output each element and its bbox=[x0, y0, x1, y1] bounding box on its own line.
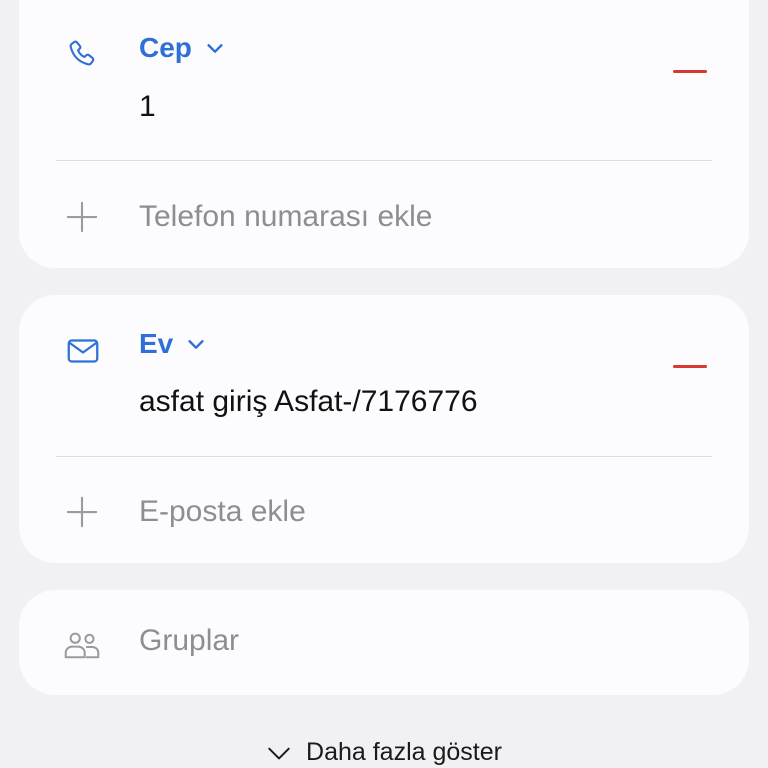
show-more-label: Daha fazla göster bbox=[306, 738, 502, 766]
chevron-down-icon bbox=[188, 340, 204, 349]
people-icon bbox=[64, 632, 100, 659]
remove-email-button[interactable] bbox=[673, 365, 707, 368]
add-email-button[interactable]: E-posta ekle bbox=[19, 467, 749, 557]
chevron-down-icon bbox=[268, 747, 290, 759]
add-email-label: E-posta ekle bbox=[139, 495, 306, 528]
divider bbox=[56, 160, 712, 161]
mail-icon bbox=[67, 339, 99, 363]
phone-section: Cep 1 Telefon numarası ekle bbox=[19, 0, 749, 268]
plus-icon bbox=[66, 496, 98, 528]
phone-type-selector[interactable]: Cep bbox=[139, 32, 226, 64]
add-phone-label: Telefon numarası ekle bbox=[139, 200, 433, 233]
chevron-down-icon bbox=[207, 44, 223, 53]
phone-icon bbox=[69, 40, 95, 66]
email-field[interactable]: asfat giriş Asfat-/7176776 bbox=[139, 385, 478, 419]
remove-phone-button[interactable] bbox=[673, 70, 707, 73]
groups-button[interactable]: Gruplar bbox=[19, 590, 749, 695]
phone-number-field[interactable]: 1 bbox=[139, 90, 156, 124]
phone-type-label: Cep bbox=[139, 32, 192, 63]
email-type-selector[interactable]: Ev bbox=[139, 328, 207, 360]
show-more-button[interactable]: Daha fazla göster bbox=[0, 738, 768, 767]
groups-label: Gruplar bbox=[139, 624, 240, 657]
divider bbox=[56, 456, 712, 457]
plus-icon bbox=[66, 201, 98, 233]
email-type-label: Ev bbox=[139, 328, 174, 359]
email-section: Ev asfat giriş Asfat-/7176776 E-posta ek… bbox=[19, 295, 749, 563]
add-phone-button[interactable]: Telefon numarası ekle bbox=[19, 170, 749, 260]
